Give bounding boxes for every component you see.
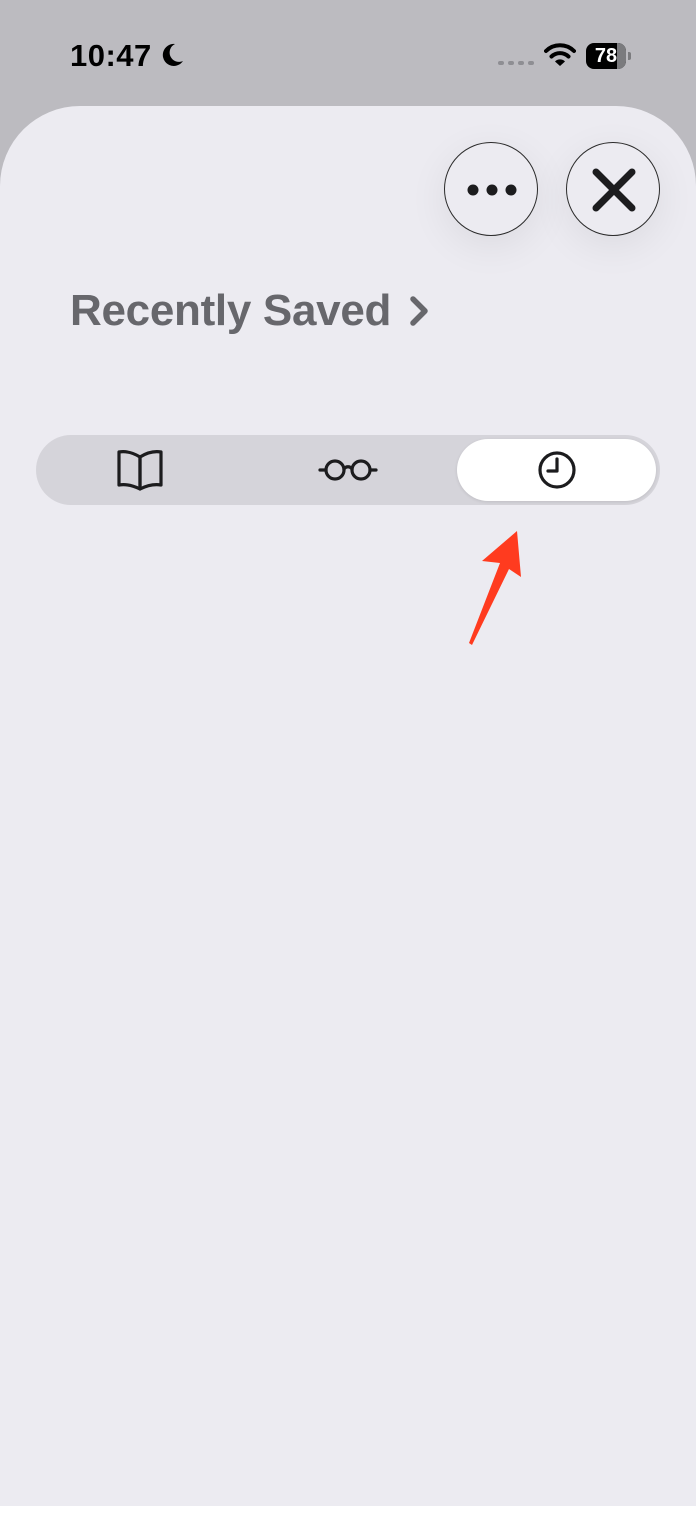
bottom-strip bbox=[0, 1506, 696, 1536]
tab-bookmarks[interactable] bbox=[36, 435, 244, 505]
close-icon bbox=[592, 168, 636, 212]
chevron-right-icon bbox=[410, 296, 428, 326]
sheet-title: Recently Saved bbox=[70, 286, 392, 335]
ellipsis-icon bbox=[467, 184, 517, 196]
moon-icon bbox=[162, 43, 183, 66]
battery-level: 78 bbox=[594, 45, 618, 67]
status-bar: 10:47 78 bbox=[0, 0, 696, 110]
annotation-arrow-icon bbox=[469, 531, 521, 645]
battery-icon: 78 bbox=[586, 43, 631, 69]
status-time: 10:47 bbox=[70, 38, 152, 73]
close-button[interactable] bbox=[566, 142, 660, 236]
annotation-arrow-shape bbox=[469, 531, 521, 645]
tab-reading-list[interactable] bbox=[244, 435, 452, 505]
clock-icon bbox=[538, 451, 576, 489]
more-options-button[interactable] bbox=[444, 142, 538, 236]
saved-items-sheet: Recently Saved bbox=[0, 106, 696, 1506]
open-book-icon bbox=[117, 450, 163, 491]
tab-history[interactable] bbox=[457, 439, 656, 501]
sidebar-segmented-control bbox=[36, 435, 660, 505]
glasses-icon bbox=[318, 459, 378, 481]
wifi-icon bbox=[544, 43, 576, 66]
recently-saved-header-link[interactable]: Recently Saved bbox=[70, 284, 431, 338]
cellular-signal-icon bbox=[498, 61, 534, 65]
